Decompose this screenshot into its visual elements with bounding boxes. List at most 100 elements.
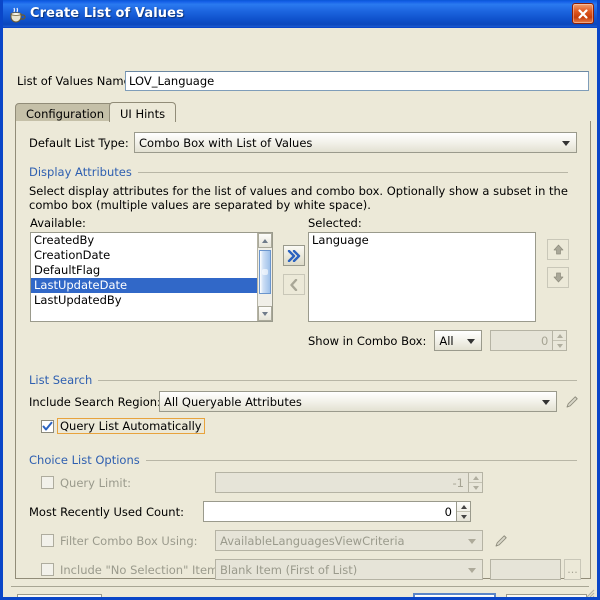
show-in-combo-count-field[interactable]: 0 <box>490 330 552 351</box>
filter-combo-box-label: Filter Combo Box Using: <box>60 534 215 548</box>
include-no-selection-label: Include "No Selection" Item: <box>60 563 215 577</box>
display-attributes-section-header: Display Attributes <box>29 165 577 179</box>
list-item[interactable]: Language <box>309 233 535 248</box>
available-list-scrollbar[interactable] <box>257 233 272 321</box>
triangle-up-icon <box>473 476 479 480</box>
spinner-down-button[interactable] <box>469 483 482 492</box>
default-list-type-combo[interactable]: Combo Box with List of Values <box>134 132 577 153</box>
list-item[interactable]: CreationDate <box>31 248 257 263</box>
list-search-title: List Search <box>29 373 92 387</box>
spinner-up-button[interactable] <box>469 473 482 483</box>
scroll-up-button[interactable] <box>258 233 272 248</box>
query-list-automatically-row[interactable]: Query List Automatically <box>41 418 205 434</box>
move-left-button[interactable] <box>283 274 305 295</box>
close-button[interactable] <box>572 3 594 24</box>
include-search-region-row: Include Search Region: All Queryable Att… <box>29 391 577 412</box>
list-item[interactable]: CreatedBy <box>31 233 257 248</box>
choice-list-options-section-header: Choice List Options <box>29 453 577 467</box>
section-divider <box>146 460 577 461</box>
lov-name-input[interactable]: LOV_Language <box>125 71 589 91</box>
spinner-down-button[interactable] <box>457 512 470 521</box>
chevron-down-icon <box>468 539 476 544</box>
include-no-selection-browse-button[interactable]: ... <box>564 559 581 580</box>
spinner-buttons[interactable] <box>552 330 567 351</box>
ok-button[interactable]: OK <box>414 594 495 600</box>
include-search-region-combo[interactable]: All Queryable Attributes <box>159 391 557 412</box>
thumb-grip <box>262 269 268 275</box>
spinner-down-button[interactable] <box>553 341 566 350</box>
resize-grip-icon <box>583 586 595 598</box>
spinner-up-button[interactable] <box>457 502 470 512</box>
move-up-button[interactable] <box>547 239 569 260</box>
triangle-down-icon <box>473 486 479 490</box>
double-chevron-right-icon <box>287 250 301 262</box>
list-item[interactable]: DefaultFlag <box>31 263 257 278</box>
query-limit-row: Query Limit: -1 <box>41 472 577 493</box>
chevron-down-icon <box>562 141 570 146</box>
mru-count-row: Most Recently Used Count: 0 <box>29 501 577 522</box>
selected-label: Selected: <box>308 216 362 230</box>
include-no-selection-row: Include "No Selection" Item: Blank Item … <box>41 559 581 580</box>
include-search-region-label: Include Search Region: <box>29 395 159 409</box>
section-divider <box>138 172 568 173</box>
resize-grip[interactable] <box>583 583 595 595</box>
available-attributes-listbox[interactable]: CreatedBy CreationDate DefaultFlag LastU… <box>30 232 273 322</box>
move-right-button[interactable] <box>283 245 305 266</box>
coffee-cup-icon <box>8 5 26 23</box>
edit-filter-criteria-button[interactable] <box>492 532 510 550</box>
query-limit-label: Query Limit: <box>60 476 215 490</box>
help-button[interactable]: Help <box>17 594 102 600</box>
browse-button-label: ... <box>567 563 578 576</box>
mru-count-value: 0 <box>445 505 452 519</box>
footer-separator <box>11 586 589 587</box>
triangle-down-icon <box>461 515 467 519</box>
choice-list-options-title: Choice List Options <box>29 453 140 467</box>
available-label: Available: <box>30 216 86 230</box>
list-item[interactable]: LastUpdatedBy <box>31 293 257 308</box>
edit-search-region-button[interactable] <box>564 393 580 411</box>
scrollbar-thumb[interactable] <box>259 250 271 294</box>
mru-count-field[interactable]: 0 <box>203 501 456 522</box>
query-list-automatically-checkbox[interactable] <box>41 420 54 433</box>
triangle-down-icon <box>262 312 268 316</box>
chevron-down-icon <box>467 339 475 344</box>
tab-configuration-label: Configuration <box>26 107 104 121</box>
arrow-up-icon <box>552 243 565 256</box>
filter-combo-box-row: Filter Combo Box Using: AvailableLanguag… <box>41 530 577 551</box>
query-limit-spinner[interactable]: -1 <box>215 472 483 493</box>
lov-name-value: LOV_Language <box>129 74 214 88</box>
default-list-type-value: Combo Box with List of Values <box>139 136 312 150</box>
query-list-automatically-label: Query List Automatically <box>60 419 202 433</box>
spinner-buttons[interactable] <box>468 472 483 493</box>
lov-name-label: List of Values Name: <box>17 74 125 88</box>
filter-combo-box-select[interactable]: AvailableLanguagesViewCriteria <box>215 530 483 551</box>
cancel-button[interactable]: Cancel <box>506 594 587 600</box>
scroll-down-button[interactable] <box>258 306 272 321</box>
chevron-down-icon <box>468 568 476 573</box>
spinner-buttons[interactable] <box>456 501 471 522</box>
tab-strip: Configuration UI Hints <box>15 102 591 122</box>
mru-count-spinner[interactable]: 0 <box>203 501 471 522</box>
filter-combo-box-checkbox[interactable] <box>41 534 54 547</box>
include-no-selection-text-field[interactable] <box>490 559 561 580</box>
display-attributes-title: Display Attributes <box>29 165 132 179</box>
arrow-down-icon <box>552 271 565 284</box>
tab-ui-hints[interactable]: UI Hints <box>109 102 176 122</box>
query-limit-field[interactable]: -1 <box>215 472 468 493</box>
spinner-up-button[interactable] <box>553 331 566 341</box>
include-search-region-value: All Queryable Attributes <box>164 395 302 409</box>
display-attributes-description: Select display attributes for the list o… <box>29 184 575 212</box>
query-limit-checkbox[interactable] <box>41 476 54 489</box>
show-in-combo-box-select[interactable]: All <box>434 330 482 351</box>
show-in-combo-count-spinner[interactable]: 0 <box>490 330 567 351</box>
tab-configuration[interactable]: Configuration <box>15 103 115 122</box>
move-down-button[interactable] <box>547 267 569 288</box>
show-in-combo-box-value: All <box>439 334 453 348</box>
pencil-icon <box>493 533 509 549</box>
include-no-selection-checkbox[interactable] <box>41 563 54 576</box>
query-limit-value: -1 <box>453 476 464 490</box>
selected-attributes-listbox[interactable]: Language <box>308 232 536 322</box>
list-item-selected[interactable]: LastUpdateDate <box>31 278 257 293</box>
include-no-selection-select[interactable]: Blank Item (First of List) <box>215 559 483 580</box>
chevron-down-icon <box>542 400 550 405</box>
